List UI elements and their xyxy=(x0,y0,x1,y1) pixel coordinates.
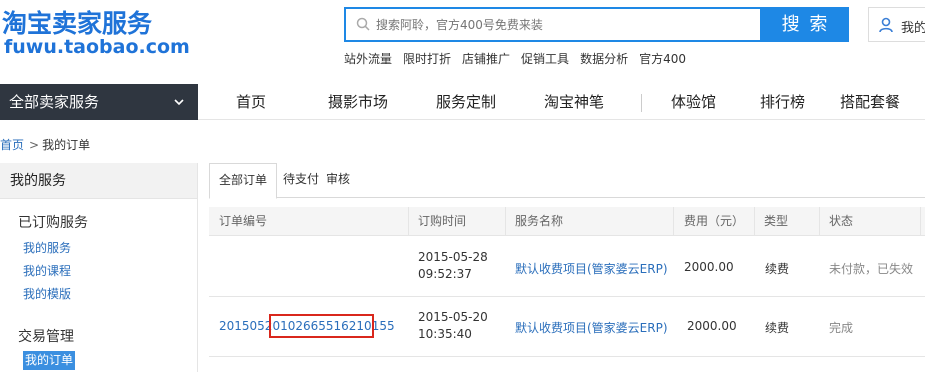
all-services-menu[interactable]: 全部卖家服务 xyxy=(0,84,198,120)
main-nav: 全部卖家服务 首页 摄影市场 服务定制 淘宝神笔 体验馆 排行榜 搭配套餐 xyxy=(0,84,925,120)
hot-link-offsite-traffic[interactable]: 站外流量 xyxy=(344,50,392,67)
hot-links: 站外流量 限时打折 店铺推广 促销工具 数据分析 官方400 xyxy=(344,50,686,67)
table-row: 2015-05-28 09:52:37 默认收费项目(管家婆云ERP) 2000… xyxy=(209,237,925,297)
col-order-time: 订购时间 xyxy=(418,214,467,228)
hot-link-data-analysis[interactable]: 数据分析 xyxy=(580,50,628,67)
col-divider xyxy=(408,207,409,236)
chevron-down-icon xyxy=(174,99,184,106)
sidebar: 我的服务 已订购服务 我的服务 我的课程 我的模版 交易管理 我的订单 xyxy=(0,163,198,372)
nav-item-taobao-shenbi[interactable]: 淘宝神笔 xyxy=(544,84,604,120)
nav-divider xyxy=(641,94,642,112)
row-service-name[interactable]: 默认收费项目(管家婆云ERP) xyxy=(515,260,668,277)
row-service-name[interactable]: 默认收费项目(管家婆云ERP) xyxy=(515,319,668,336)
col-divider xyxy=(673,207,674,236)
user-label: 我的 xyxy=(901,21,925,36)
row-fee: 2000.00 xyxy=(687,319,737,333)
logo-en[interactable]: fuwu.taobao.com xyxy=(4,36,190,58)
tab-all-orders[interactable]: 全部订单 xyxy=(209,163,277,199)
row-order-date: 2015-05-20 xyxy=(418,310,488,324)
col-order-no: 订单编号 xyxy=(219,214,268,228)
breadcrumb-current: 我的订单 xyxy=(42,138,91,152)
row-fee: 2000.00 xyxy=(684,260,734,274)
search-icon xyxy=(356,17,370,31)
row-status: 完成 xyxy=(829,321,854,335)
table-header: 订单编号 订购时间 服务名称 费用（元） 类型 状态 xyxy=(209,207,925,236)
tab-pending-payment[interactable]: 待支付 xyxy=(283,163,319,198)
breadcrumb: 首页 > 我的订单 xyxy=(0,136,90,153)
sidebar-group-subscribed: 已订购服务 xyxy=(18,215,88,231)
all-services-label: 全部卖家服务 xyxy=(9,93,100,111)
nav-item-bundles[interactable]: 搭配套餐 xyxy=(840,84,900,120)
row-order-clock: 10:35:40 xyxy=(418,327,472,341)
sidebar-item-my-templates[interactable]: 我的模版 xyxy=(23,285,71,302)
col-divider xyxy=(920,207,921,236)
row-order-date: 2015-05-28 xyxy=(418,250,488,264)
sidebar-item-my-orders[interactable]: 我的订单 xyxy=(23,351,75,370)
table-row: 20150520102665516210155 2015-05-20 10:35… xyxy=(209,297,925,357)
row-status: 未付款，已失效 xyxy=(829,262,914,276)
hot-link-shop-promotion[interactable]: 店铺推广 xyxy=(462,50,510,67)
sidebar-title: 我的服务 xyxy=(0,163,197,199)
sidebar-item-my-services[interactable]: 我的服务 xyxy=(23,239,71,256)
row-order-no[interactable]: 20150520102665516210155 xyxy=(219,319,395,333)
order-tabs: 全部订单 待支付 审核 xyxy=(209,163,925,199)
nav-item-ranking[interactable]: 排行榜 xyxy=(760,84,805,120)
col-type: 类型 xyxy=(764,214,789,228)
tab-review[interactable]: 审核 xyxy=(326,163,350,198)
search-button[interactable]: 搜 索 xyxy=(762,7,849,42)
hot-link-official-400[interactable]: 官方400 xyxy=(639,50,686,67)
col-status: 状态 xyxy=(829,214,854,228)
hot-link-flash-discount[interactable]: 限时打折 xyxy=(403,50,451,67)
col-service-name: 服务名称 xyxy=(515,214,564,228)
row-order-clock: 09:52:37 xyxy=(418,267,472,281)
nav-item-home[interactable]: 首页 xyxy=(236,84,266,120)
nav-item-custom-service[interactable]: 服务定制 xyxy=(436,84,496,120)
col-divider xyxy=(754,207,755,236)
nav-item-photo-market[interactable]: 摄影市场 xyxy=(328,84,388,120)
col-divider xyxy=(819,207,820,236)
logo-cn[interactable]: 淘宝卖家服务 xyxy=(2,4,152,40)
col-divider xyxy=(505,207,506,236)
col-fee: 费用（元） xyxy=(684,214,745,228)
row-type: 续费 xyxy=(765,262,790,276)
user-menu[interactable]: 我的 xyxy=(868,7,925,42)
search-box xyxy=(344,7,762,42)
search-input[interactable] xyxy=(376,15,746,35)
breadcrumb-home[interactable]: 首页 xyxy=(0,138,24,152)
user-icon xyxy=(879,17,893,33)
row-type: 续费 xyxy=(765,321,790,335)
nav-item-experience[interactable]: 体验馆 xyxy=(671,84,716,120)
breadcrumb-separator: > xyxy=(29,138,40,152)
sidebar-item-my-courses[interactable]: 我的课程 xyxy=(23,262,71,279)
hot-link-promo-tools[interactable]: 促销工具 xyxy=(521,50,569,67)
sidebar-group-trade: 交易管理 xyxy=(18,329,74,345)
